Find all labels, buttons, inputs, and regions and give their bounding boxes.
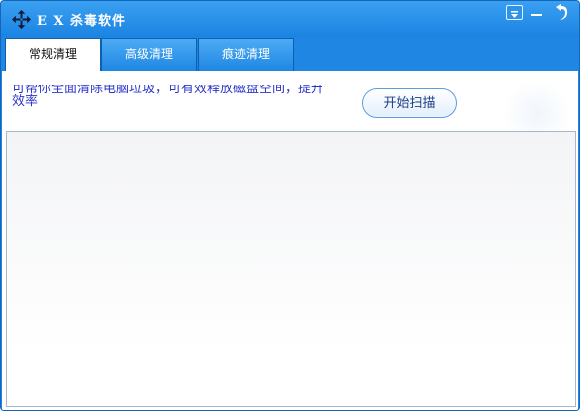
tab-trace-clean[interactable]: 痕迹清理 — [198, 38, 294, 71]
dropdown-menu-icon — [511, 11, 518, 18]
close-button[interactable] — [551, 3, 570, 22]
app-window: E X 杀毒软件 常规清理 高级清理 痕迹清理 可帮你全面清除电脑垃圾，可有效释… — [0, 0, 580, 411]
dropdown-menu-button[interactable] — [506, 5, 523, 20]
move-arrows-icon — [12, 10, 31, 29]
description-line-2: 效率 — [12, 93, 39, 108]
description-line-1: 可帮你全面清除电脑垃圾，可有效释放磁盘空间，提升 — [12, 85, 322, 95]
minimize-icon — [531, 14, 542, 16]
tab-bar: 常规清理 高级清理 痕迹清理 — [1, 37, 579, 72]
tab-advanced-clean[interactable]: 高级清理 — [101, 38, 197, 71]
start-scan-button[interactable]: 开始扫描 — [362, 88, 457, 118]
tab-general-clean[interactable]: 常规清理 — [5, 38, 101, 72]
title-bar[interactable]: E X 杀毒软件 — [1, 1, 579, 37]
back-arrow-close-icon — [556, 4, 568, 20]
scan-results-area[interactable] — [6, 131, 576, 407]
window-title: E X 杀毒软件 — [37, 14, 127, 29]
description-text: 可帮你全面清除电脑垃圾，可有效释放磁盘空间，提升 效率 — [12, 85, 322, 115]
minimize-button[interactable] — [528, 5, 545, 20]
general-clean-panel: 可帮你全面清除电脑垃圾，可有效释放磁盘空间，提升 效率 开始扫描 — [2, 71, 578, 410]
